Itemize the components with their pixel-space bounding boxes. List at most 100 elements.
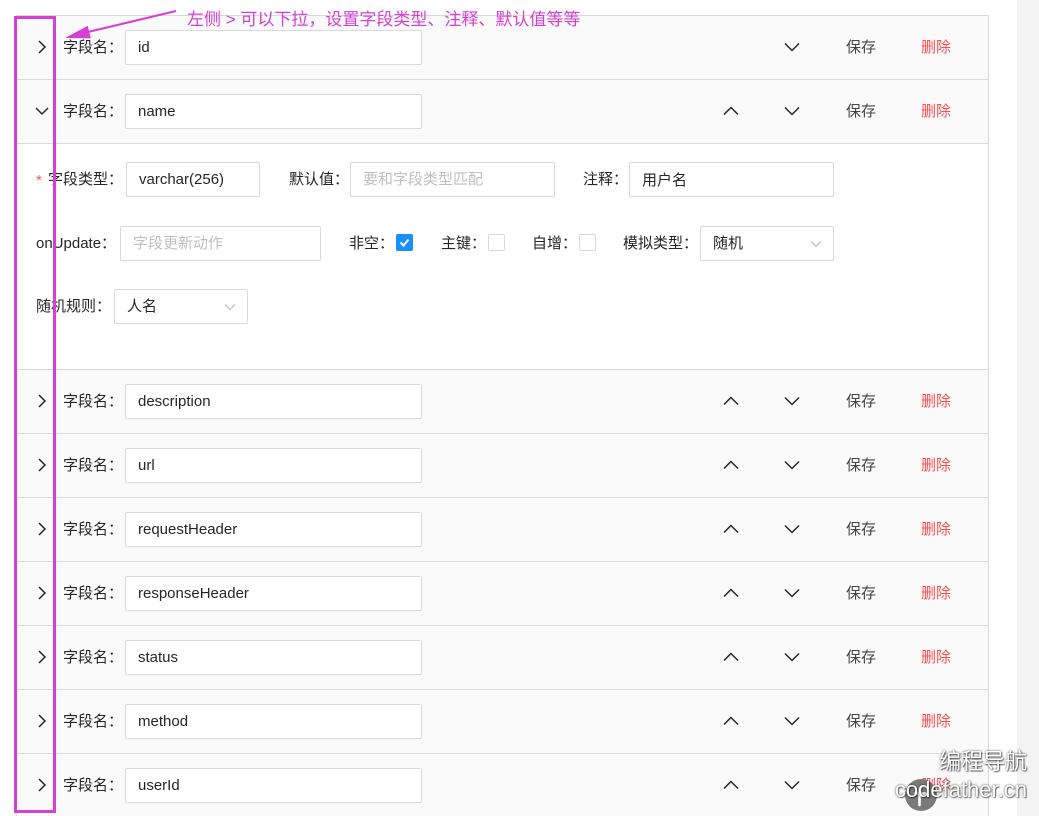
delete-button[interactable]: 删除 [921,626,951,689]
field-name-label: 字段名： [63,585,124,602]
delete-button[interactable]: 删除 [921,562,951,625]
save-button[interactable]: 保存 [846,562,876,625]
auto-increment-checkbox[interactable] [579,234,596,251]
primary-key-label: 主键： [441,235,487,252]
comment-label: 注释： [583,171,629,188]
mock-rule-value: 人名 [127,298,158,315]
field-row-responseHeader: 字段名： 保存 删除 [17,562,988,626]
expand-toggle[interactable] [35,457,49,473]
delete-button[interactable]: 删除 [921,370,951,433]
move-down-button[interactable] [784,39,800,55]
delete-button[interactable]: 删除 [921,690,951,753]
field-name-input[interactable] [125,512,422,547]
expand-toggle[interactable] [35,39,49,55]
watermark-title: 编程导航 [938,749,1027,774]
comment-input[interactable] [629,162,834,197]
field-name-input[interactable] [125,640,422,675]
move-down-button[interactable] [784,521,800,537]
chevron-right-icon [38,40,47,54]
auto-increment-label: 自增： [532,235,578,252]
field-row-userId: 字段名： 保存 删除 [17,754,988,816]
expand-toggle[interactable] [35,649,49,665]
move-down-button[interactable] [784,103,800,119]
save-button[interactable]: 保存 [846,80,876,143]
on-update-label: onUpdate： [36,235,117,252]
on-update-input[interactable] [120,226,321,261]
chevron-right-icon [38,586,47,600]
delete-button[interactable]: 删除 [921,80,951,143]
save-button[interactable]: 保存 [846,16,876,79]
save-button[interactable]: 保存 [846,690,876,753]
move-down-button[interactable] [784,457,800,473]
move-up-button[interactable] [723,649,739,665]
field-name-input[interactable] [125,576,422,611]
field-name-label: 字段名： [63,393,124,410]
delete-button[interactable]: 删除 [921,434,951,497]
move-up-button[interactable] [723,521,739,537]
field-name-input[interactable] [125,768,422,803]
save-button[interactable]: 保存 [846,754,876,816]
chevron-down-icon [35,107,49,116]
annotation-text: 左侧 > 可以下拉，设置字段类型、注释、默认值等等 [187,10,581,29]
move-down-button[interactable] [784,649,800,665]
field-name-label: 字段名： [63,713,124,730]
save-button[interactable]: 保存 [846,370,876,433]
chevron-up-icon [723,780,739,790]
expand-toggle[interactable] [35,585,49,601]
move-down-button[interactable] [784,777,800,793]
not-null-label: 非空： [349,235,395,252]
chevron-right-icon [38,650,47,664]
chevron-down-icon [224,303,236,311]
field-row-url: 字段名： 保存 删除 [17,434,988,498]
move-up-button[interactable] [723,393,739,409]
field-name-input[interactable] [125,30,422,65]
field-type-input[interactable] [126,162,260,197]
default-value-input[interactable] [350,162,555,197]
save-button[interactable]: 保存 [846,626,876,689]
move-down-button[interactable] [784,713,800,729]
expand-toggle[interactable] [35,393,49,409]
delete-button[interactable]: 删除 [921,498,951,561]
chevron-up-icon [723,588,739,598]
save-button[interactable]: 保存 [846,434,876,497]
table-fields-editor: 字段名： 保存 删除 字段名： 保存 删除 * [0,0,1039,816]
field-name-input[interactable] [125,448,422,483]
move-down-button[interactable] [784,585,800,601]
expand-toggle[interactable] [35,521,49,537]
field-name-input[interactable] [125,704,422,739]
chevron-up-icon [723,106,739,116]
field-name-label: 字段名： [63,521,124,538]
move-up-button[interactable] [723,777,739,793]
primary-key-checkbox[interactable] [488,234,505,251]
chevron-down-icon [810,240,822,248]
move-up-button[interactable] [723,585,739,601]
save-button[interactable]: 保存 [846,498,876,561]
move-up-button[interactable] [723,103,739,119]
expand-toggle[interactable] [35,777,49,793]
move-up-button[interactable] [723,457,739,473]
field-name-label: 字段名： [63,39,124,56]
field-name-label: 字段名： [63,649,124,666]
chevron-down-icon [784,780,800,790]
field-name-input[interactable] [125,94,422,129]
chevron-down-icon [784,652,800,662]
field-row-requestHeader: 字段名： 保存 删除 [17,498,988,562]
delete-button[interactable]: 删除 [921,16,951,79]
chevron-down-icon [784,106,800,116]
chevron-up-icon [723,716,739,726]
move-up-button[interactable] [723,713,739,729]
expand-toggle[interactable] [35,713,49,729]
field-name-input[interactable] [125,384,422,419]
expand-toggle[interactable] [35,103,49,119]
chevron-up-icon [723,652,739,662]
chevron-down-icon [784,460,800,470]
field-name-label: 字段名： [63,777,124,794]
mock-type-select[interactable]: 随机 [700,226,834,261]
chevron-right-icon [38,458,47,472]
not-null-checkbox[interactable] [396,234,413,251]
chevron-down-icon [784,588,800,598]
chevron-up-icon [723,524,739,534]
watermark-site: codefather.cn [894,777,1027,802]
mock-rule-select[interactable]: 人名 [114,289,248,324]
move-down-button[interactable] [784,393,800,409]
